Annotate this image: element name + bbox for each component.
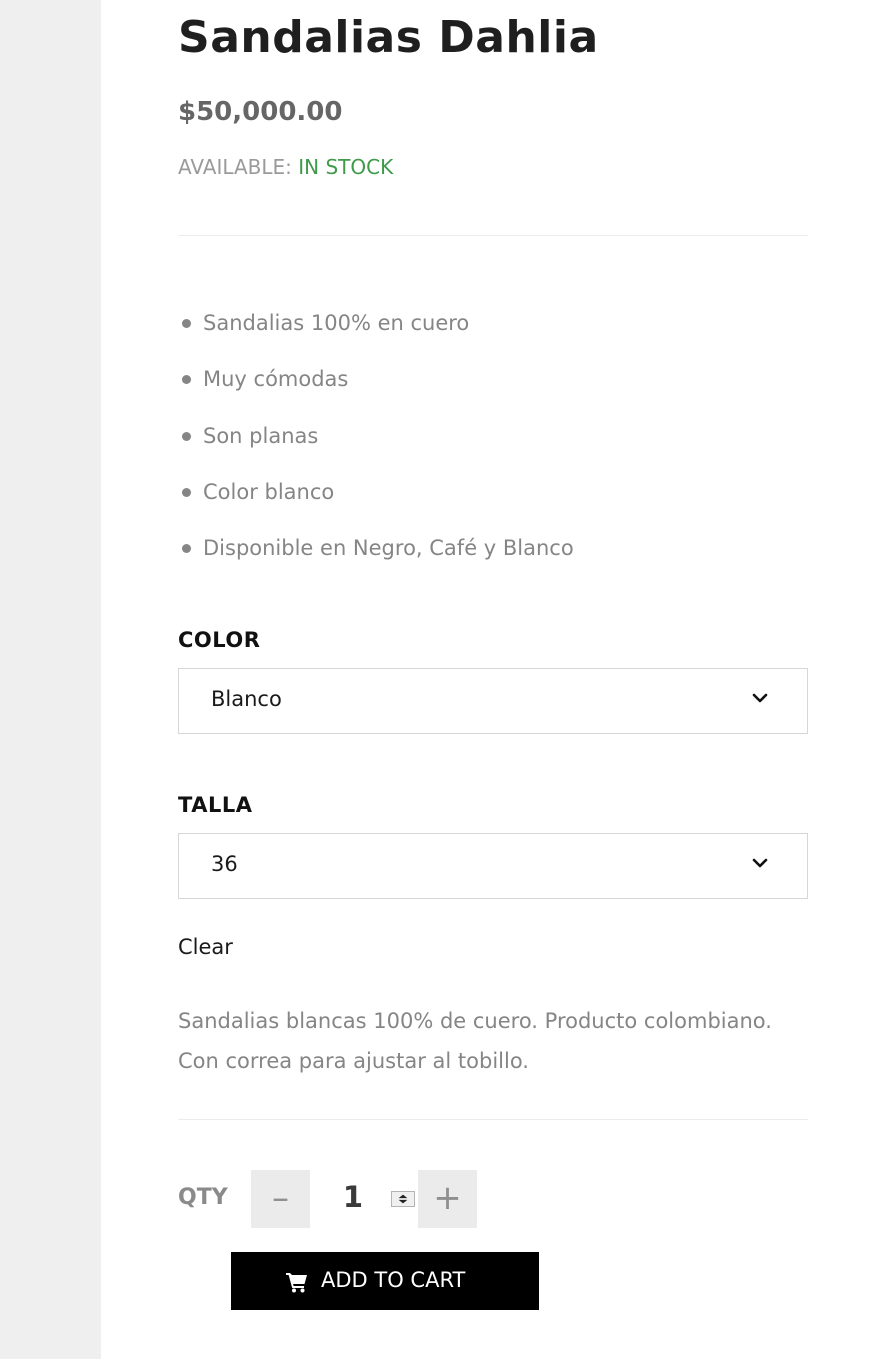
divider	[178, 1119, 808, 1120]
feature-item: Disponible en Negro, Café y Blanco	[178, 530, 574, 586]
qty-increase-button[interactable]: +	[418, 1170, 477, 1228]
feature-item: Son planas	[178, 418, 574, 474]
bullet-icon	[182, 375, 191, 385]
feature-list: Sandalias 100% en cuero Muy cómodas Son …	[178, 305, 574, 586]
stock-status: IN STOCK	[298, 155, 394, 179]
talla-label: TALLA	[178, 793, 253, 817]
color-selected-value: Blanco	[211, 687, 282, 711]
chevron-down-icon	[752, 693, 768, 703]
bullet-icon	[182, 431, 191, 441]
chevron-down-icon	[752, 858, 768, 868]
product-price: $50,000.00	[178, 97, 343, 127]
feature-item: Muy cómodas	[178, 361, 574, 417]
feature-item: Color blanco	[178, 474, 574, 530]
spinner-arrows-icon[interactable]	[391, 1191, 415, 1207]
feature-text: Color blanco	[203, 479, 335, 504]
qty-decrease-button[interactable]: –	[251, 1170, 310, 1228]
talla-select[interactable]: 36	[178, 833, 808, 899]
feature-text: Son planas	[203, 423, 319, 448]
feature-text: Muy cómodas	[203, 367, 349, 392]
color-select[interactable]: Blanco	[178, 668, 808, 734]
add-to-cart-label: ADD TO CART	[321, 1268, 466, 1292]
feature-item: Sandalias 100% en cuero	[178, 305, 574, 361]
divider	[178, 235, 808, 236]
qty-label: QTY	[178, 1185, 228, 1210]
add-to-cart-button[interactable]: ADD TO CART	[231, 1252, 539, 1310]
availability-label: AVAILABLE:	[178, 155, 292, 179]
bullet-icon	[182, 487, 191, 497]
product-description: Sandalias blancas 100% de cuero. Product…	[178, 1009, 772, 1073]
talla-selected-value: 36	[211, 852, 238, 876]
bullet-icon	[182, 544, 191, 554]
feature-text: Disponible en Negro, Café y Blanco	[203, 536, 574, 561]
color-label: COLOR	[178, 628, 261, 652]
product-title: Sandalias Dahlia	[178, 12, 599, 63]
left-sidebar-strip	[0, 0, 101, 1359]
feature-text: Sandalias 100% en cuero	[203, 311, 470, 335]
qty-input[interactable]: 1	[338, 1180, 368, 1214]
bullet-icon	[182, 319, 191, 328]
clear-variations-link[interactable]: Clear	[178, 935, 233, 959]
availability: AVAILABLE: IN STOCK	[178, 155, 393, 179]
cart-icon	[286, 1273, 307, 1293]
